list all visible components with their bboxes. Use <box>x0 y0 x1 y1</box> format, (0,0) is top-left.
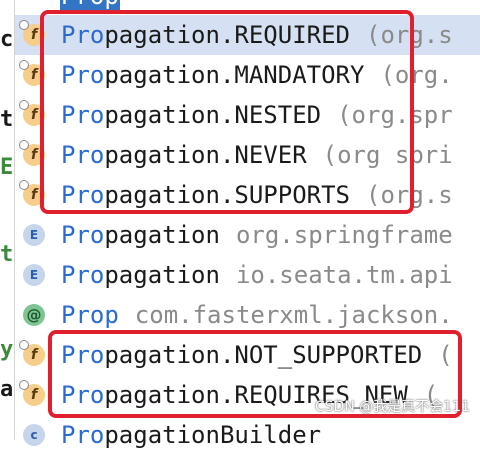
completion-item[interactable]: f Propagation.NESTED (org.spr <box>15 95 480 135</box>
completion-match-prefix: Pro <box>61 341 105 369</box>
completion-item-name: Propagation <box>61 221 220 249</box>
class-icon: c <box>23 424 45 446</box>
completion-item[interactable]: c PropagationBuilder <box>15 415 480 455</box>
completion-item-source: ( <box>438 341 453 369</box>
completion-item-source: (org spri <box>322 141 453 169</box>
completion-item-rest: pagation.REQUIRED <box>104 21 350 49</box>
typed-query[interactable]: Prop <box>60 0 120 10</box>
completion-match-prefix: Pro <box>61 381 105 409</box>
field-icon: f <box>19 60 45 86</box>
completion-item-rest: pagation.MANDATORY <box>104 61 365 89</box>
completion-item-source: (org.s <box>366 181 453 209</box>
completion-item-rest: pagationBuilder <box>104 421 322 449</box>
completion-item-source: io.seata.tm.api <box>235 261 453 289</box>
completion-item-source: (org.spr <box>337 101 453 129</box>
field-icon: f <box>19 180 45 206</box>
completion-item[interactable]: f Propagation.NOT_SUPPORTED ( <box>15 335 480 375</box>
completion-item-source: com.fasterxml.jackson. <box>134 301 453 329</box>
completion-item-source: org.springframe <box>235 221 453 249</box>
completion-item[interactable]: E Propagation org.springframe <box>15 215 480 255</box>
completion-match-prefix: Pro <box>61 61 105 89</box>
completion-item-rest: pagation.NEVER <box>104 141 307 169</box>
completion-match-prefix: Pro <box>61 181 105 209</box>
completion-item-rest: pagation.SUPPORTS <box>104 181 350 209</box>
completion-item-name: Propagation.NOT_SUPPORTED <box>61 341 422 369</box>
completion-item[interactable]: E Propagation io.seata.tm.api <box>15 255 480 295</box>
completion-item-name: Prop <box>61 301 119 329</box>
completion-item[interactable]: f Propagation.SUPPORTS (org.s <box>15 175 480 215</box>
annotation-icon: @ <box>23 304 45 326</box>
completion-item-name: Propagation <box>61 261 220 289</box>
completion-item-source: (org. <box>380 61 453 89</box>
completion-item-rest: pagation.NESTED <box>104 101 322 129</box>
completion-item-rest: pagation <box>104 221 220 249</box>
completion-item[interactable]: @ Prop com.fasterxml.jackson. <box>15 295 480 335</box>
code-completion-popup[interactable]: f Propagation.REQUIRED (org.s f Propagation.… <box>14 0 480 449</box>
watermark: CSDN @我是真不会111 <box>314 399 470 415</box>
completion-item-name: Propagation.REQUIRED <box>61 21 350 49</box>
completion-item-name: Propagation.SUPPORTS <box>61 181 350 209</box>
completion-match-prefix: Pro <box>61 21 105 49</box>
field-icon: f <box>19 340 45 366</box>
completion-item-name: Propagation.NESTED <box>61 101 321 129</box>
completion-item-source: (org.s <box>366 21 453 49</box>
field-icon: f <box>19 140 45 166</box>
completion-item[interactable]: f Propagation.MANDATORY (org. <box>15 55 480 95</box>
completion-match-prefix: Prop <box>61 301 119 329</box>
completion-item-name: PropagationBuilder <box>61 421 321 449</box>
enum-icon: E <box>23 264 45 286</box>
field-icon: f <box>19 380 45 406</box>
completion-match-prefix: Pro <box>61 141 105 169</box>
completion-item[interactable]: f Propagation.NEVER (org spri <box>15 135 480 175</box>
completion-item-name: Propagation.NEVER <box>61 141 307 169</box>
completion-match-prefix: Pro <box>61 101 105 129</box>
completion-match-prefix: Pro <box>61 261 105 289</box>
enum-icon: E <box>23 224 45 246</box>
completion-item-rest: pagation <box>104 261 220 289</box>
completion-match-prefix: Pro <box>61 421 105 449</box>
completion-item-rest: pagation.NOT_SUPPORTED <box>104 341 423 369</box>
completion-item-name: Propagation.MANDATORY <box>61 61 364 89</box>
completion-match-prefix: Pro <box>61 221 105 249</box>
field-icon: f <box>19 100 45 126</box>
field-icon: f <box>19 20 45 46</box>
completion-item[interactable]: f Propagation.REQUIRED (org.s <box>15 15 480 55</box>
